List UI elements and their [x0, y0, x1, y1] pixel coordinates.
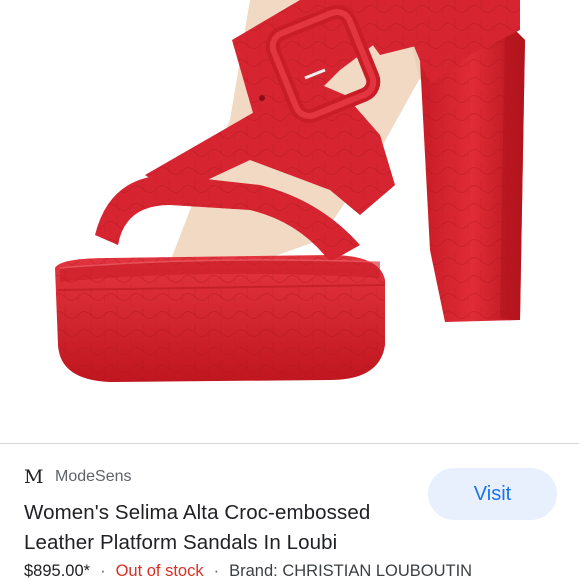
product-title[interactable]: Women's Selima Alta Croc-embossed Leathe…	[24, 498, 424, 558]
product-meta: $895.00* · Out of stock · Brand: CHRISTI…	[24, 560, 472, 580]
divider	[0, 443, 579, 444]
product-brand: Brand: CHRISTIAN LOUBOUTIN	[229, 561, 473, 580]
stock-status: Out of stock	[115, 561, 204, 580]
product-price: $895.00*	[24, 561, 91, 580]
merchant-logo-icon: M	[24, 466, 44, 488]
product-image[interactable]	[0, 0, 579, 443]
merchant-source[interactable]: M ModeSens	[24, 465, 132, 489]
shopping-result-card[interactable]: M ModeSens Visit Women's Selima Alta Cro…	[0, 0, 579, 580]
visit-button[interactable]: Visit	[428, 468, 557, 520]
merchant-name: ModeSens	[55, 468, 132, 485]
separator: ·	[100, 561, 106, 580]
sandal-illustration	[55, 0, 525, 382]
separator: ·	[213, 561, 220, 580]
